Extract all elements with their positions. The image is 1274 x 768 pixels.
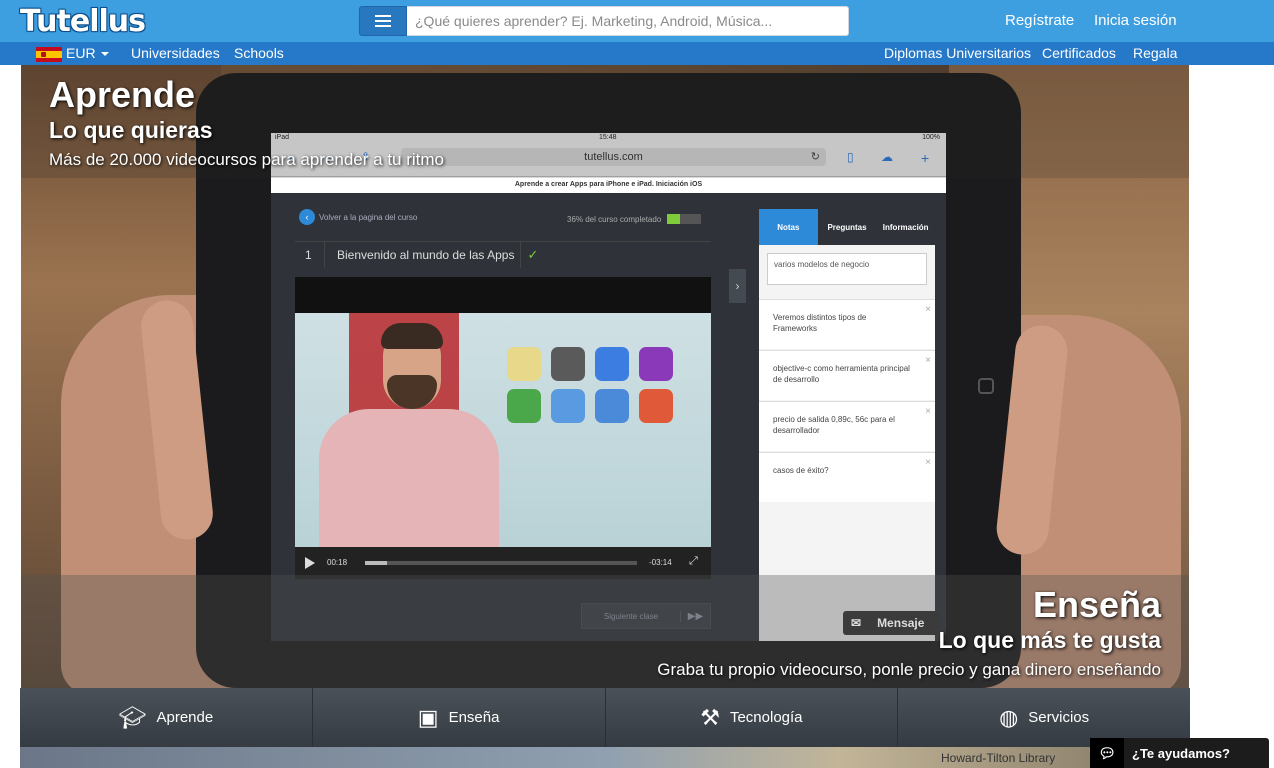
seek-progress (365, 561, 387, 565)
spain-flag-icon[interactable] (36, 47, 62, 62)
ensena-subtitle: Lo que más te gusta (938, 627, 1161, 653)
panel-toggle-button[interactable]: › (729, 269, 746, 303)
sub-navigation: EUR Universidades Schools Diplomas Unive… (0, 42, 1274, 65)
lesson-title: Bienvenido al mundo de las Apps (325, 241, 522, 268)
note-text: casos de éxito? (773, 466, 829, 475)
top-header: Tutellus Regístrate Inicia sesión (0, 0, 1274, 42)
aprende-title: Aprende (49, 74, 196, 115)
notes-app-icon (507, 347, 541, 381)
nav-tecnologia[interactable]: ⚒ Tecnología (606, 688, 899, 747)
login-link[interactable]: Inicia sesión (1094, 12, 1177, 29)
register-link[interactable]: Regístrate (1005, 12, 1074, 29)
progress-bar (667, 214, 702, 224)
music-app-icon (639, 347, 673, 381)
tab-informacion[interactable]: Información (876, 209, 935, 245)
notes-tabs: Notas Preguntas Información (759, 209, 935, 245)
ensena-description: Graba tu propio videocurso, ponle precio… (657, 660, 1161, 679)
library-sign: Howard-Tilton Library (941, 751, 1056, 765)
hamburger-icon (375, 15, 391, 27)
categories-menu-button[interactable] (359, 6, 407, 36)
chat-bubble-icon: 💬︎ (1090, 738, 1124, 768)
nav-diplomas[interactable]: Diplomas Universitarios (884, 45, 1031, 61)
film-icon: ▣ (417, 704, 439, 730)
lesson-row[interactable]: 1 Bienvenido al mundo de las Apps ✓ (295, 241, 711, 268)
lesson-number: 1 (295, 241, 325, 268)
video-player[interactable] (295, 277, 711, 549)
logo[interactable]: Tutellus (20, 4, 146, 39)
note-item[interactable]: objective-c como herramienta principal d… (759, 350, 935, 400)
tablet-screen: iPad 15:48 100% ‹ › ⇧ tutellus.com ↻ ▯ ☁… (271, 133, 946, 641)
nav-servicios-label: Servicios (1028, 709, 1090, 726)
instructor-body (319, 409, 499, 549)
currency-label: EUR (66, 45, 96, 61)
course-page-title: Aprende a crear Apps para iPhone e iPad.… (271, 177, 946, 193)
search-bar (359, 6, 849, 36)
settings-app-icon (551, 347, 585, 381)
video-frame (295, 313, 711, 549)
tab-preguntas[interactable]: Preguntas (818, 209, 877, 245)
note-text: precio de salida 0,89c, 56c para el desa… (773, 415, 895, 435)
course-progress: 36% del curso completado (567, 214, 702, 224)
nav-certificados[interactable]: Certificados (1042, 45, 1116, 61)
currency-selector[interactable]: EUR (66, 45, 109, 61)
close-icon[interactable]: × (925, 406, 931, 417)
nav-ensena-label: Enseña (448, 709, 500, 726)
globe-icon: ◍ (999, 704, 1019, 730)
close-icon[interactable]: × (925, 457, 931, 468)
aprende-subtitle: Lo que quieras (49, 117, 213, 143)
phone-app-icon (507, 389, 541, 423)
progress-text: 36% del curso completado (567, 214, 662, 224)
aprende-description: Más de 20.000 videocursos para aprender … (49, 150, 445, 169)
note-input[interactable]: varios modelos de negocio (767, 253, 927, 285)
help-label: ¿Te ayudamos? (1132, 745, 1231, 761)
envelope-icon: ✉ (851, 616, 862, 630)
note-text: objective-c como herramienta principal d… (773, 364, 910, 384)
ensena-title: Enseña (1032, 584, 1161, 625)
back-circle-icon: ‹ (299, 209, 315, 225)
note-item[interactable]: Veremos distintos tipos de Frameworks × (759, 299, 935, 349)
help-chat-widget[interactable]: 💬︎ ¿Te ayudamos? (1090, 738, 1269, 768)
search-input[interactable] (407, 6, 849, 36)
bottom-navigation: 🎓︎ Aprende ▣ Enseña ⚒ Tecnología ◍ Servi… (20, 688, 1190, 747)
nav-universidades[interactable]: Universidades (131, 45, 220, 61)
safari-app-icon (595, 389, 629, 423)
nav-schools[interactable]: Schools (234, 45, 284, 61)
home-button-icon (978, 378, 994, 394)
remaining-time: -03:14 (649, 558, 672, 567)
close-icon[interactable]: × (925, 355, 931, 366)
tab-notas[interactable]: Notas (759, 209, 818, 245)
graduation-cap-icon: 🎓︎ (118, 704, 147, 730)
message-label: Mensaje (877, 616, 925, 630)
current-time: 00:18 (327, 558, 348, 567)
nav-tecnologia-label: Tecnología (729, 709, 803, 726)
note-item[interactable]: casos de éxito? × (759, 452, 935, 502)
mail-app-icon (551, 389, 585, 423)
course-player-area: ‹ Volver a la pagina del curso 36% del c… (271, 193, 746, 641)
nav-aprende[interactable]: 🎓︎ Aprende (20, 688, 313, 747)
back-to-course-link[interactable]: ‹ Volver a la pagina del curso (299, 209, 417, 225)
message-button[interactable]: ✉ Mensaje (843, 611, 940, 635)
play-icon[interactable] (305, 557, 315, 569)
fullscreen-icon[interactable]: ⤢ (689, 555, 698, 568)
progress-fill (667, 214, 680, 224)
nav-regala[interactable]: Regala (1133, 45, 1177, 61)
seek-bar[interactable] (365, 561, 637, 565)
close-icon[interactable]: × (925, 304, 931, 315)
note-item[interactable]: precio de salida 0,89c, 56c para el desa… (759, 401, 935, 451)
note-text: Veremos distintos tipos de Frameworks (773, 313, 867, 333)
tools-icon: ⚒ (700, 704, 720, 730)
nav-ensena[interactable]: ▣ Enseña (313, 688, 606, 747)
caret-down-icon (100, 52, 109, 57)
nav-aprende-label: Aprende (156, 709, 214, 726)
back-label: Volver a la pagina del curso (319, 212, 418, 222)
check-icon: ✓ (527, 246, 539, 262)
appstore-app-icon (595, 347, 629, 381)
instructor-hair (381, 323, 443, 349)
ipod-app-icon (639, 389, 673, 423)
